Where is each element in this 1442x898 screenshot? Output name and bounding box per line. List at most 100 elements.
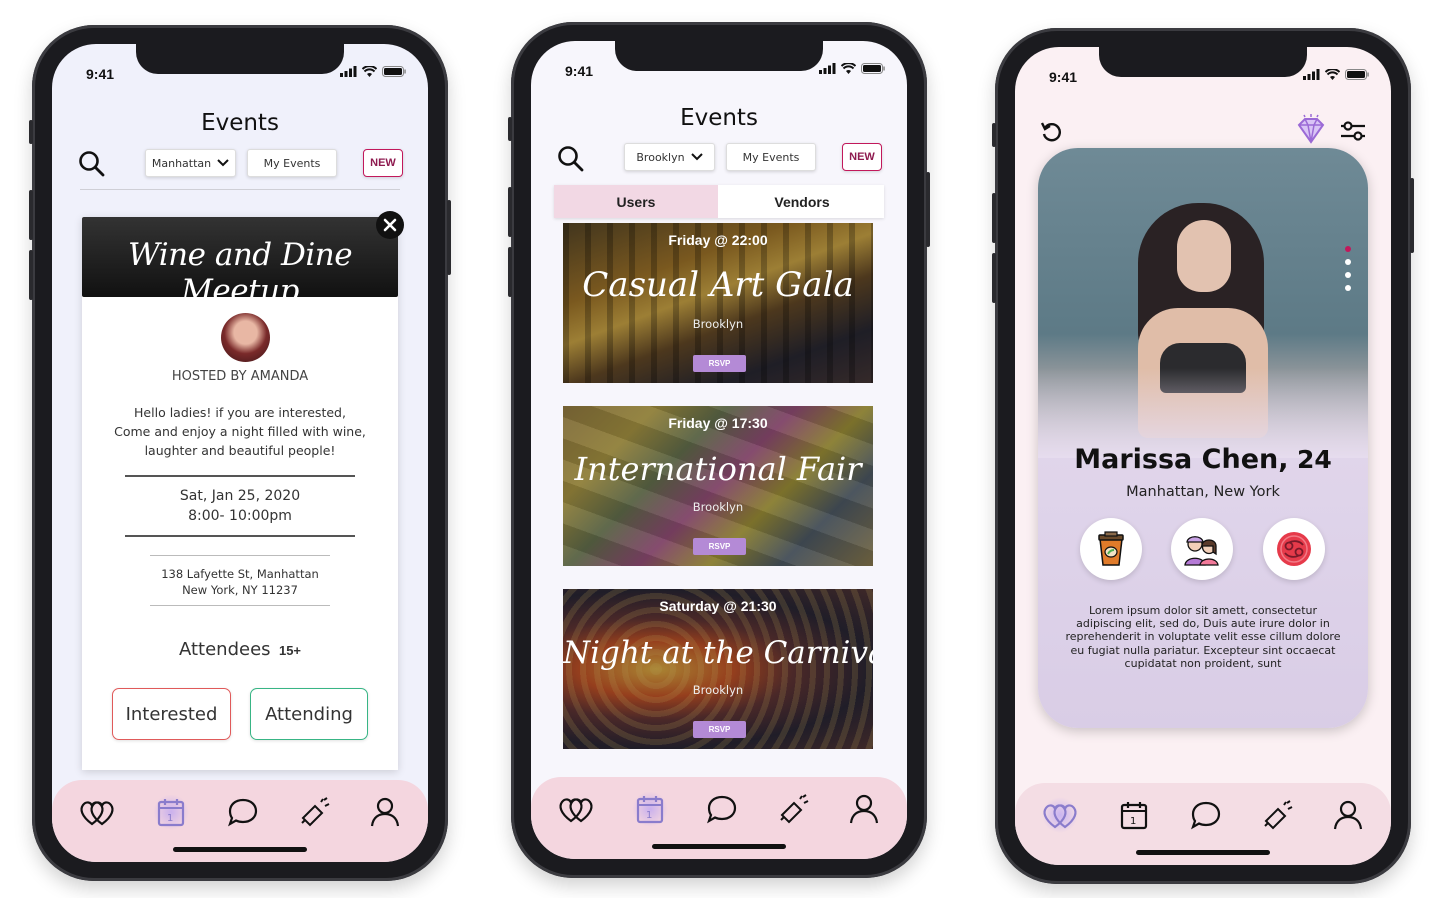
interest-badge[interactable] <box>1263 518 1325 580</box>
event-name: International Fair <box>574 450 862 488</box>
phone-side-button <box>29 190 33 240</box>
tab-profile[interactable] <box>846 791 882 827</box>
phone-side-button <box>508 117 512 141</box>
rsvp-button[interactable]: RSVP <box>693 355 746 372</box>
tab-matches[interactable] <box>558 791 594 827</box>
tab-users[interactable]: Users <box>554 185 718 218</box>
location-filter-label: Brooklyn <box>636 150 685 164</box>
status-time: 9:41 <box>565 63 594 79</box>
event-time: 8:00- 10:00pm <box>188 508 292 524</box>
interested-button[interactable]: Interested <box>112 688 231 740</box>
tab-announcements[interactable] <box>297 794 333 830</box>
tab-matches[interactable] <box>1042 797 1078 833</box>
bottom-tab-bar: 1 <box>531 777 907 859</box>
phone-side-button <box>447 200 451 275</box>
divider <box>125 475 355 477</box>
calendar-icon: 1 <box>636 796 664 824</box>
event-description: Hello ladies! if you are interested, Com… <box>82 403 398 460</box>
profile-card[interactable]: Marissa Chen, 24 Manhattan, New York Lor… <box>1038 148 1368 728</box>
event-card[interactable]: Friday @ 17:30 International Fair Brookl… <box>563 406 873 566</box>
hearts-icon <box>559 798 593 823</box>
search-icon[interactable] <box>78 150 106 183</box>
my-events-button[interactable]: My Events <box>247 149 337 177</box>
diamond-icon <box>1297 114 1325 144</box>
my-events-button[interactable]: My Events <box>726 143 816 171</box>
home-indicator <box>652 844 786 849</box>
bio-line: adipiscing elit, sed do, Duis aute irure… <box>1076 617 1330 631</box>
rsvp-button[interactable]: RSVP <box>693 538 746 555</box>
page-title: Events <box>201 110 279 136</box>
tab-matches[interactable] <box>79 794 115 830</box>
location-filter-dropdown[interactable]: Manhattan <box>145 149 236 177</box>
event-detail-card: Wine and Dine Meetup HOSTED BY AMANDA He… <box>82 211 404 770</box>
event-card[interactable]: Saturday @ 21:30 Night at the Carnival B… <box>563 589 873 749</box>
screen: 9:41 Events Brooklyn My Events NEW Users… <box>531 41 907 859</box>
chevron-down-icon <box>690 153 703 161</box>
tab-chat[interactable] <box>1188 797 1224 833</box>
tab-profile[interactable] <box>1330 797 1366 833</box>
location-filter-dropdown[interactable]: Brooklyn <box>624 143 715 171</box>
calendar-icon: 1 <box>1120 802 1148 830</box>
bio-line: cupidatat non proident, sunt <box>1124 656 1282 670</box>
host-label: HOSTED BY AMANDA <box>171 369 309 384</box>
filters-button[interactable] <box>1340 119 1366 148</box>
rsvp-button[interactable]: RSVP <box>693 721 746 738</box>
photo-pagination[interactable] <box>1345 246 1351 291</box>
search-icon[interactable] <box>557 145 585 178</box>
attendees-row: Attendees 15+ <box>82 639 398 660</box>
tab-vendors[interactable]: Vendors <box>720 185 884 218</box>
undo-button[interactable] <box>1039 119 1065 150</box>
friends-icon <box>1184 536 1219 566</box>
home-indicator <box>1136 850 1270 855</box>
chat-icon <box>707 795 737 824</box>
phone-side-button <box>992 253 996 303</box>
event-card[interactable]: Friday @ 22:00 Casual Art Gala Brooklyn … <box>563 223 873 383</box>
wifi-icon <box>362 66 377 77</box>
attendees-count: 15+ <box>278 643 302 658</box>
tab-announcements[interactable] <box>776 791 812 827</box>
tab-events[interactable]: 1 <box>632 791 668 827</box>
cancer-zodiac-icon <box>1277 532 1311 566</box>
undo-icon <box>1040 122 1061 142</box>
event-place: Brooklyn <box>692 317 744 331</box>
profile-photo <box>1038 148 1368 458</box>
event-place: Brooklyn <box>692 500 744 514</box>
page-dot <box>1345 259 1351 265</box>
signal-icon <box>819 63 836 74</box>
new-event-button[interactable]: NEW <box>363 149 403 177</box>
tab-events[interactable]: 1 <box>1116 797 1152 833</box>
screen: 9:41 Marissa Chen, 24 Manhattan, New Yor… <box>1015 47 1391 865</box>
divider <box>125 535 355 537</box>
battery-icon <box>382 66 406 77</box>
event-address-line: New York, NY 11237 <box>182 583 298 597</box>
tab-chat[interactable] <box>225 794 261 830</box>
attending-button[interactable]: Attending <box>250 688 368 740</box>
close-button[interactable] <box>376 211 404 239</box>
new-event-button[interactable]: NEW <box>842 143 882 171</box>
notch <box>1099 47 1307 77</box>
event-name: Night at the Carnival <box>563 635 873 671</box>
coffee-cup-icon <box>1098 531 1124 566</box>
tab-announcements[interactable] <box>1260 797 1296 833</box>
interest-badge[interactable] <box>1080 518 1142 580</box>
premium-button[interactable] <box>1294 113 1328 152</box>
signal-icon <box>1303 69 1320 80</box>
page-dot <box>1345 285 1351 291</box>
wifi-icon <box>841 63 856 74</box>
my-events-label: My Events <box>742 150 800 164</box>
tab-vendors-label: Vendors <box>774 193 830 210</box>
divider <box>150 605 330 606</box>
tab-events[interactable]: 1 <box>153 794 189 830</box>
interest-badge[interactable] <box>1171 518 1233 580</box>
page-title: Events <box>680 105 758 131</box>
screen: 9:41 Events Manhattan My Events NEW Wine… <box>52 44 428 862</box>
close-icon <box>383 218 397 232</box>
event-title-banner: Wine and Dine Meetup <box>82 217 398 309</box>
tab-chat[interactable] <box>704 791 740 827</box>
event-address-line: 138 Lafyette St, Manhattan <box>161 567 319 581</box>
hearts-icon <box>80 801 114 826</box>
status-icons <box>340 66 406 77</box>
tab-profile[interactable] <box>367 794 403 830</box>
phone-side-button <box>29 120 33 144</box>
divider <box>150 555 330 556</box>
